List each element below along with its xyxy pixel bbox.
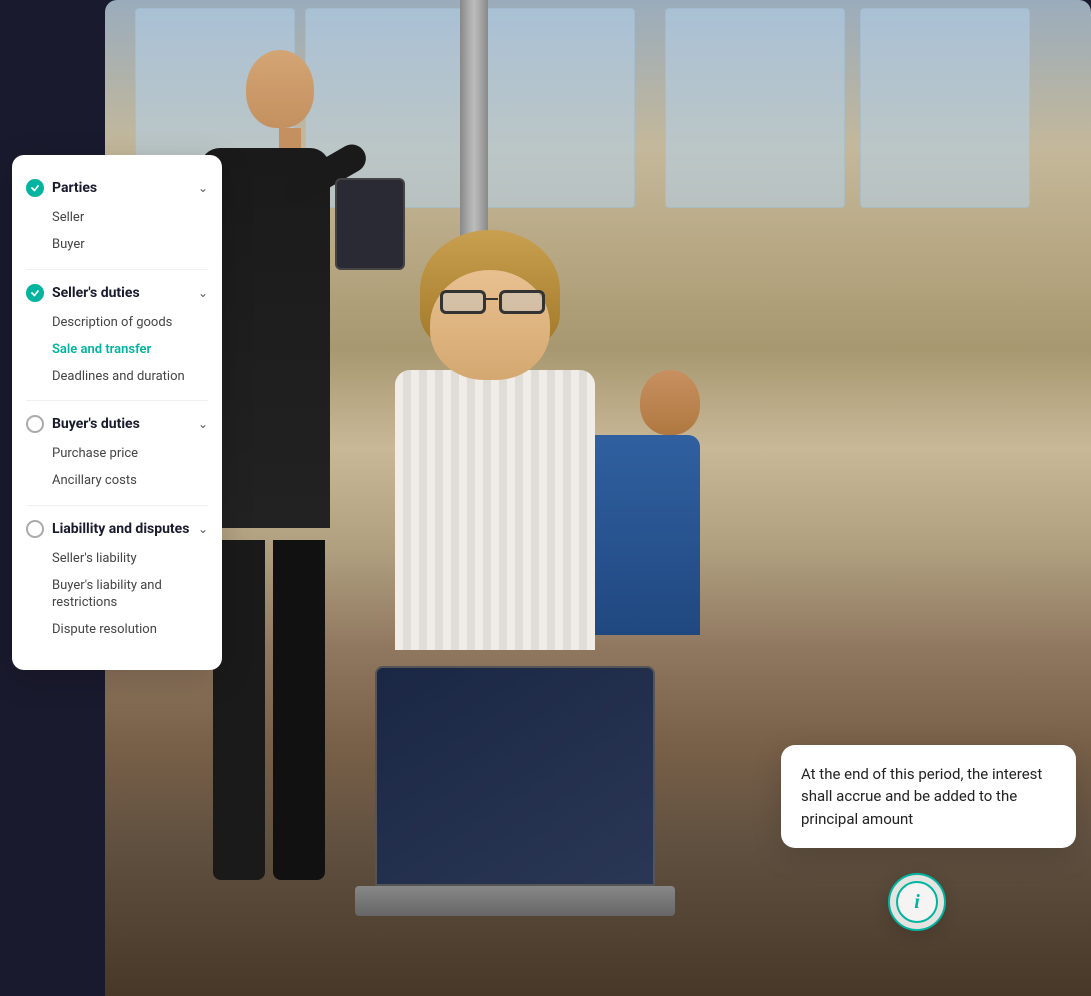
- parties-chevron: ⌄: [198, 181, 208, 195]
- sellers-duties-title: Seller's duties: [52, 285, 194, 301]
- sidebar-item-ancillary-costs[interactable]: Ancillary costs: [52, 468, 208, 495]
- divider-1: [26, 269, 208, 270]
- parties-title: Parties: [52, 180, 194, 196]
- sidebar-item-dispute-resolution[interactable]: Dispute resolution: [52, 617, 208, 644]
- sidebar-item-buyer[interactable]: Buyer: [52, 232, 208, 259]
- buyers-duties-title: Buyer's duties: [52, 416, 194, 432]
- info-button[interactable]: i: [888, 873, 946, 931]
- parties-check-icon: [26, 179, 44, 197]
- sidebar-item-purchase-price[interactable]: Purchase price: [52, 441, 208, 468]
- window-pane-4: [665, 8, 845, 208]
- buyers-duties-items: Purchase price Ancillary costs: [12, 441, 222, 499]
- liability-disputes-items: Seller's liability Buyer's liability and…: [12, 546, 222, 648]
- laptop-screen: [375, 666, 655, 886]
- sidebar-section-sellers-duties: Seller's duties ⌄ Description of goods S…: [12, 276, 222, 395]
- window-pane-5: [860, 8, 1030, 208]
- sidebar-item-deadlines-duration[interactable]: Deadlines and duration: [52, 364, 208, 391]
- buyers-duties-header[interactable]: Buyer's duties ⌄: [12, 407, 222, 441]
- sellers-duties-items: Description of goods Sale and transfer D…: [12, 310, 222, 395]
- sidebar-item-description-of-goods[interactable]: Description of goods: [52, 310, 208, 337]
- buyers-duties-check-icon: [26, 415, 44, 433]
- info-button-inner: i: [896, 881, 938, 923]
- divider-3: [26, 505, 208, 506]
- sidebar-item-sale-and-transfer[interactable]: Sale and transfer: [52, 337, 208, 364]
- tooltip-bubble: At the end of this period, the interest …: [781, 745, 1076, 849]
- info-icon: i: [914, 891, 920, 914]
- sidebar-section-buyers-duties: Buyer's duties ⌄ Purchase price Ancillar…: [12, 407, 222, 499]
- person-background: [605, 370, 735, 635]
- person-standing: [205, 50, 335, 528]
- sidebar-section-liability-disputes: Liabillity and disputes ⌄ Seller's liabi…: [12, 512, 222, 648]
- sellers-duties-header[interactable]: Seller's duties ⌄: [12, 276, 222, 310]
- sidebar-item-seller[interactable]: Seller: [52, 205, 208, 232]
- sidebar-section-parties: Parties ⌄ Seller Buyer: [12, 171, 222, 263]
- liability-disputes-title: Liabillity and disputes: [52, 521, 194, 537]
- person-smiling: [415, 220, 555, 450]
- buyers-duties-chevron: ⌄: [198, 417, 208, 431]
- parties-section-header[interactable]: Parties ⌄: [12, 171, 222, 205]
- liability-disputes-chevron: ⌄: [198, 522, 208, 536]
- liability-disputes-header[interactable]: Liabillity and disputes ⌄: [12, 512, 222, 546]
- parties-items: Seller Buyer: [12, 205, 222, 263]
- window-pane-3: [475, 8, 635, 208]
- divider-2: [26, 400, 208, 401]
- sellers-duties-check-icon: [26, 284, 44, 302]
- laptop: [355, 886, 675, 916]
- liability-disputes-check-icon: [26, 520, 44, 538]
- tooltip-text: At the end of this period, the interest …: [801, 765, 1042, 828]
- sidebar-item-buyers-liability[interactable]: Buyer's liability and restrictions: [52, 573, 208, 617]
- sellers-duties-chevron: ⌄: [198, 286, 208, 300]
- sidebar-panel: Parties ⌄ Seller Buyer Seller's duties ⌄…: [12, 155, 222, 670]
- sidebar-item-sellers-liability[interactable]: Seller's liability: [52, 546, 208, 573]
